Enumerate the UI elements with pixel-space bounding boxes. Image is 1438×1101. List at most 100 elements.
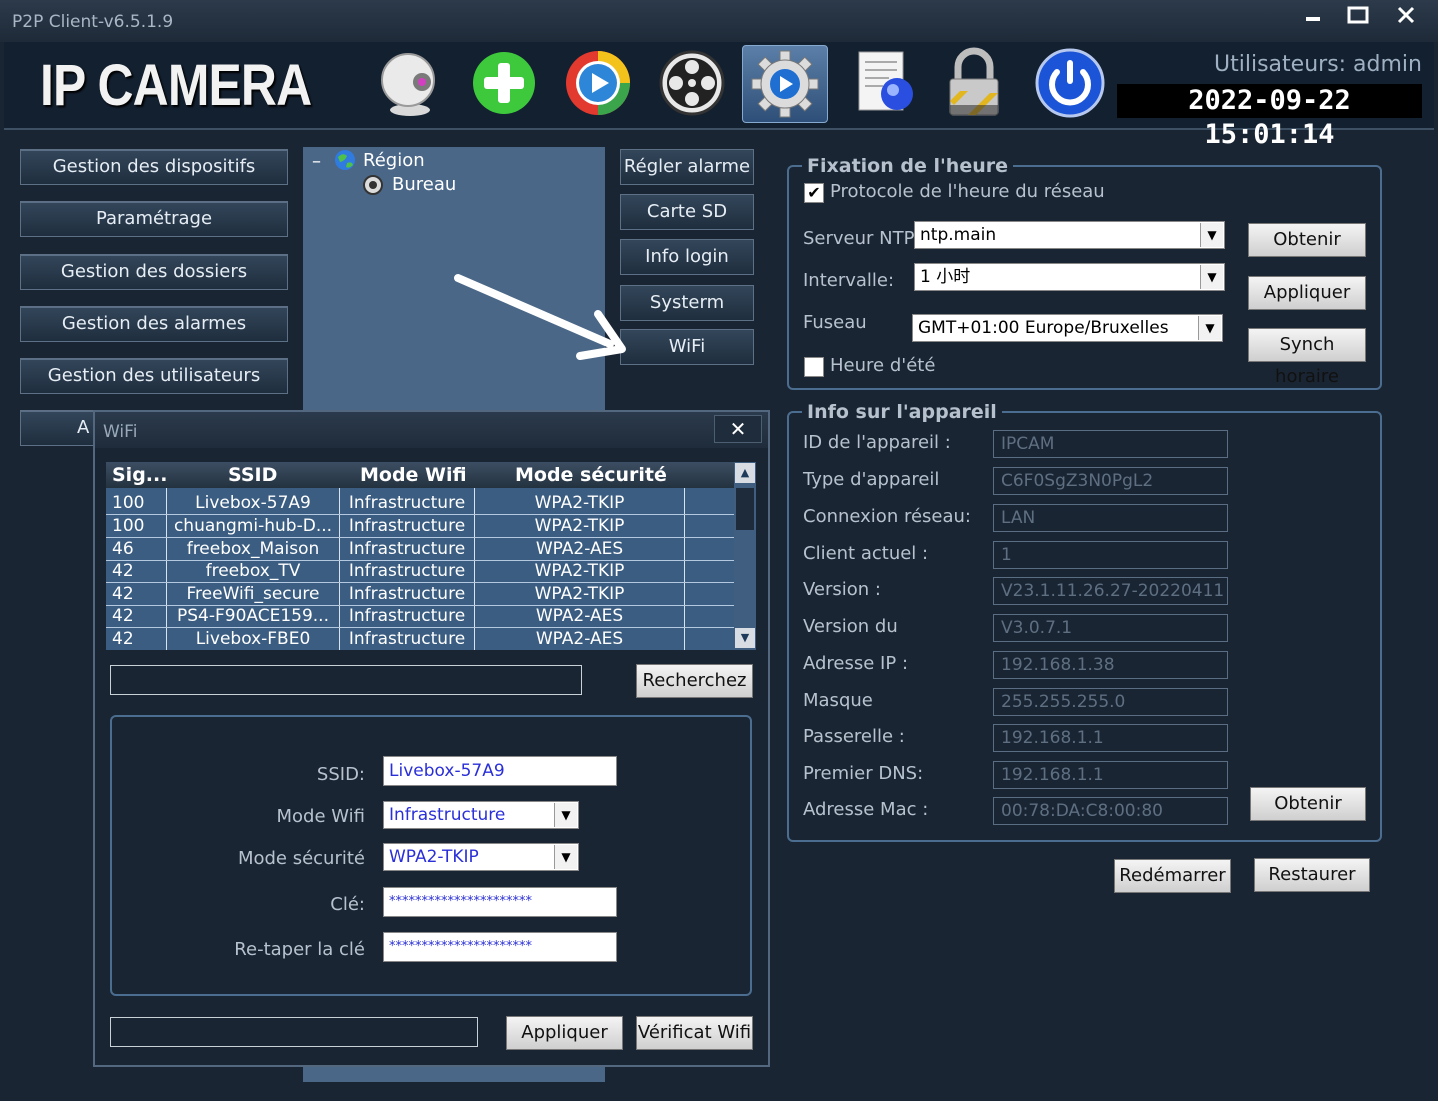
toolbar-power-button[interactable] bbox=[1028, 45, 1112, 121]
chevron-down-icon[interactable]: ▼ bbox=[1198, 316, 1221, 340]
ssid-label: SSID: bbox=[316, 764, 365, 785]
mac-address-label: Adresse Mac : bbox=[803, 799, 929, 820]
nav-settings[interactable]: Paramétrage bbox=[20, 201, 288, 237]
interval-select[interactable]: 1 小时 ▼ bbox=[914, 263, 1225, 291]
settings-icon bbox=[751, 50, 819, 118]
maximize-button[interactable] bbox=[1338, 5, 1378, 35]
minimize-icon bbox=[1306, 17, 1320, 21]
subnav-alarm-settings[interactable]: Régler alarme bbox=[620, 149, 754, 185]
wifi-mode-value: Infrastructure bbox=[389, 805, 506, 825]
column-wifi-mode[interactable]: Mode Wifi bbox=[360, 464, 467, 486]
table-row[interactable]: 100 Livebox-57A9 Infrastructure WPA2-TKI… bbox=[106, 492, 734, 515]
timezone-select[interactable]: GMT+01:00 Europe/Bruxelles ▼ bbox=[912, 314, 1223, 342]
column-security-mode[interactable]: Mode sécurité bbox=[515, 464, 667, 486]
minimize-button[interactable] bbox=[1294, 5, 1334, 35]
ntp-server-label: Serveur NTP bbox=[803, 228, 915, 249]
wifi-dialog-close-button[interactable]: ✕ bbox=[714, 415, 762, 443]
current-client-field: 1 bbox=[993, 541, 1228, 569]
scroll-up-icon[interactable]: ▲ bbox=[735, 463, 755, 483]
table-row[interactable]: 46 freebox_Maison Infrastructure WPA2-AE… bbox=[106, 538, 734, 561]
timezone-value: GMT+01:00 Europe/Bruxelles bbox=[918, 318, 1169, 338]
table-row[interactable]: 42 Livebox-FBE0 Infrastructure WPA2-AES bbox=[106, 628, 734, 650]
primary-dns-field: 192.168.1.1 bbox=[993, 761, 1228, 789]
toolbar-lock-button[interactable] bbox=[932, 45, 1016, 121]
wifi-table-header: Sig... SSID Mode Wifi Mode sécurité bbox=[106, 462, 734, 488]
ntp-server-select[interactable]: ntp.main ▼ bbox=[914, 221, 1225, 249]
ip-address-label: Adresse IP : bbox=[803, 653, 909, 674]
timezone-label: Fuseau bbox=[803, 312, 867, 333]
wifi-check-button[interactable]: Vérificat Wifi bbox=[636, 1016, 753, 1050]
key-input[interactable]: ********************** bbox=[383, 887, 617, 917]
clock-display: 2022-09-22 15:01:14 bbox=[1117, 84, 1422, 150]
subnav-login-info[interactable]: Info login bbox=[620, 239, 754, 275]
time-sync-button[interactable]: Synch horaire bbox=[1248, 328, 1366, 387]
wifi-mode-select[interactable]: Infrastructure ▼ bbox=[383, 801, 579, 829]
wifi-apply-button[interactable]: Appliquer bbox=[506, 1016, 623, 1050]
subnav-sd-card[interactable]: Carte SD bbox=[620, 194, 754, 230]
wifi-table-scrollbar[interactable]: ▲ ▼ bbox=[734, 462, 756, 650]
log-icon bbox=[858, 51, 913, 111]
version-label: Version : bbox=[803, 579, 881, 600]
app-window: P2P Client-v6.5.1.9 IP CAMERA Utilisateu… bbox=[0, 0, 1438, 1101]
restore-button[interactable]: Restaurer bbox=[1254, 858, 1370, 892]
device-type-label: Type d'appareil bbox=[803, 469, 940, 490]
chevron-down-icon[interactable]: ▼ bbox=[554, 803, 577, 827]
nav-alarm-management[interactable]: Gestion des alarmes bbox=[20, 306, 288, 342]
scroll-thumb[interactable] bbox=[736, 488, 754, 530]
device-info-title: Info sur l'appareil bbox=[802, 401, 1002, 423]
nav-folder-management[interactable]: Gestion des dossiers bbox=[20, 254, 288, 290]
chevron-down-icon[interactable]: ▼ bbox=[1200, 265, 1223, 289]
ssid-input[interactable]: Livebox-57A9 bbox=[383, 756, 617, 786]
chevron-down-icon[interactable]: ▼ bbox=[554, 845, 577, 869]
nav-user-management[interactable]: Gestion des utilisateurs bbox=[20, 358, 288, 394]
toolbar-camera-button[interactable] bbox=[368, 45, 452, 121]
column-ssid[interactable]: SSID bbox=[228, 464, 277, 486]
primary-dns-label: Premier DNS: bbox=[803, 763, 924, 784]
chevron-down-icon[interactable]: ▼ bbox=[1200, 223, 1223, 247]
tree-collapse-toggle[interactable]: – bbox=[312, 151, 321, 172]
restart-button[interactable]: Redémarrer bbox=[1114, 859, 1231, 893]
toolbar-film-reel-button[interactable] bbox=[650, 45, 734, 121]
nav-device-management[interactable]: Gestion des dispositifs bbox=[20, 149, 288, 185]
dst-checkbox[interactable] bbox=[804, 357, 824, 377]
toolbar-playback-button[interactable] bbox=[556, 45, 640, 121]
key-label: Clé: bbox=[330, 894, 365, 915]
toolbar-log-button[interactable] bbox=[844, 45, 928, 121]
power-icon bbox=[1035, 48, 1105, 118]
table-row[interactable]: 42 PS4-F90ACE159... Infrastructure WPA2-… bbox=[106, 605, 734, 628]
maximize-icon bbox=[1347, 6, 1369, 24]
subnav-system[interactable]: Systerm bbox=[620, 285, 754, 321]
time-get-button[interactable]: Obtenir bbox=[1248, 223, 1366, 257]
tree-node-bureau[interactable]: Bureau bbox=[392, 174, 456, 195]
annotation-arrow-icon bbox=[454, 274, 626, 360]
ip-address-field: 192.168.1.38 bbox=[993, 651, 1228, 679]
ntp-protocol-label: Protocole de l'heure du réseau bbox=[830, 181, 1105, 202]
close-button[interactable] bbox=[1386, 5, 1426, 35]
retype-key-input[interactable]: ********************** bbox=[383, 932, 617, 962]
interval-label: Intervalle: bbox=[803, 270, 895, 291]
time-apply-button[interactable]: Appliquer bbox=[1248, 276, 1366, 310]
device-id-label: ID de l'appareil : bbox=[803, 432, 951, 453]
device-get-button[interactable]: Obtenir bbox=[1250, 787, 1366, 821]
ntp-server-value: ntp.main bbox=[920, 225, 997, 245]
toolbar-settings-button[interactable] bbox=[742, 45, 828, 123]
dst-label: Heure d'été bbox=[830, 355, 936, 376]
network-connection-field: LAN bbox=[993, 504, 1228, 532]
tree-node-region[interactable]: Région bbox=[363, 150, 425, 171]
table-row[interactable]: 42 FreeWifi_secure Infrastructure WPA2-T… bbox=[106, 583, 734, 606]
security-mode-select[interactable]: WPA2-TKIP ▼ bbox=[383, 843, 579, 871]
close-icon bbox=[1397, 6, 1415, 24]
column-signal[interactable]: Sig... bbox=[112, 464, 167, 486]
wifi-search-status-field bbox=[110, 665, 582, 695]
scroll-down-icon[interactable]: ▼ bbox=[735, 628, 755, 648]
wifi-search-button[interactable]: Recherchez bbox=[636, 664, 753, 698]
current-client-label: Client actuel : bbox=[803, 543, 929, 564]
table-row[interactable]: 42 freebox_TV Infrastructure WPA2-TKIP bbox=[106, 560, 734, 583]
security-mode-value: WPA2-TKIP bbox=[389, 847, 479, 867]
device-type-field: C6F0SgZ3N0PgL2 bbox=[993, 467, 1228, 495]
ntp-protocol-checkbox[interactable]: ✔ bbox=[804, 183, 824, 203]
globe-icon bbox=[335, 150, 355, 170]
table-row[interactable]: 100 chuangmi-hub-D... Infrastructure WPA… bbox=[106, 515, 734, 538]
subnav-wifi[interactable]: WiFi bbox=[620, 329, 754, 365]
toolbar-add-button[interactable] bbox=[462, 45, 546, 121]
